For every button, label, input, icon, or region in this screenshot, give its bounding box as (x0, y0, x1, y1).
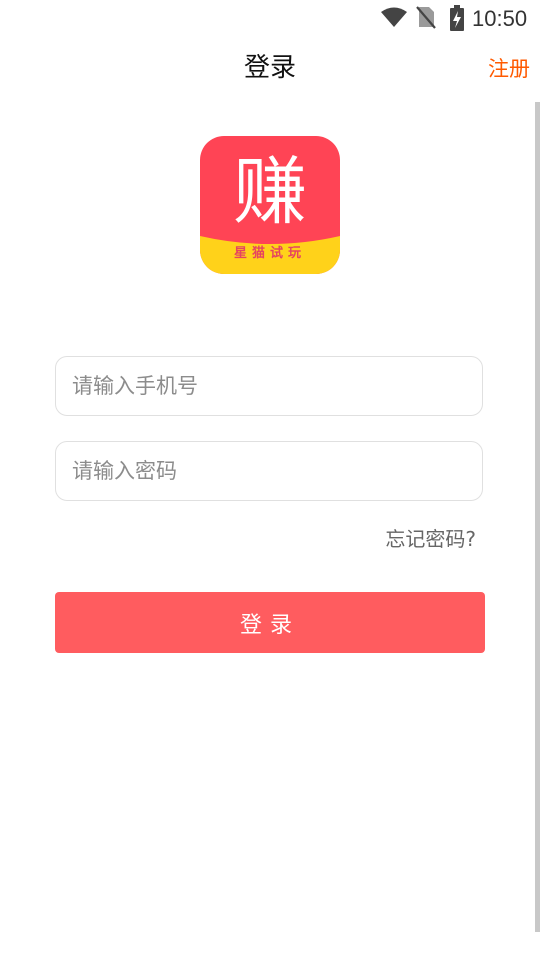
logo-main-char: 赚 (233, 149, 307, 235)
status-bar: 10:50 (0, 0, 540, 38)
app-logo: 赚 星猫试玩 (200, 136, 340, 274)
wifi-icon (381, 7, 407, 27)
password-input[interactable] (55, 441, 483, 501)
logo-subtitle: 星猫试玩 (233, 246, 306, 261)
register-link[interactable]: 注册 (488, 55, 530, 83)
scrollbar[interactable] (535, 102, 540, 932)
phone-input[interactable] (55, 356, 483, 416)
forgot-password-link[interactable]: 忘记密码? (385, 524, 476, 554)
battery-charging-icon (450, 5, 464, 31)
login-button[interactable]: 登录 (55, 592, 485, 653)
page-title: 登录 (243, 53, 296, 83)
no-sim-icon (416, 6, 436, 29)
status-time: 10:50 (472, 6, 528, 31)
